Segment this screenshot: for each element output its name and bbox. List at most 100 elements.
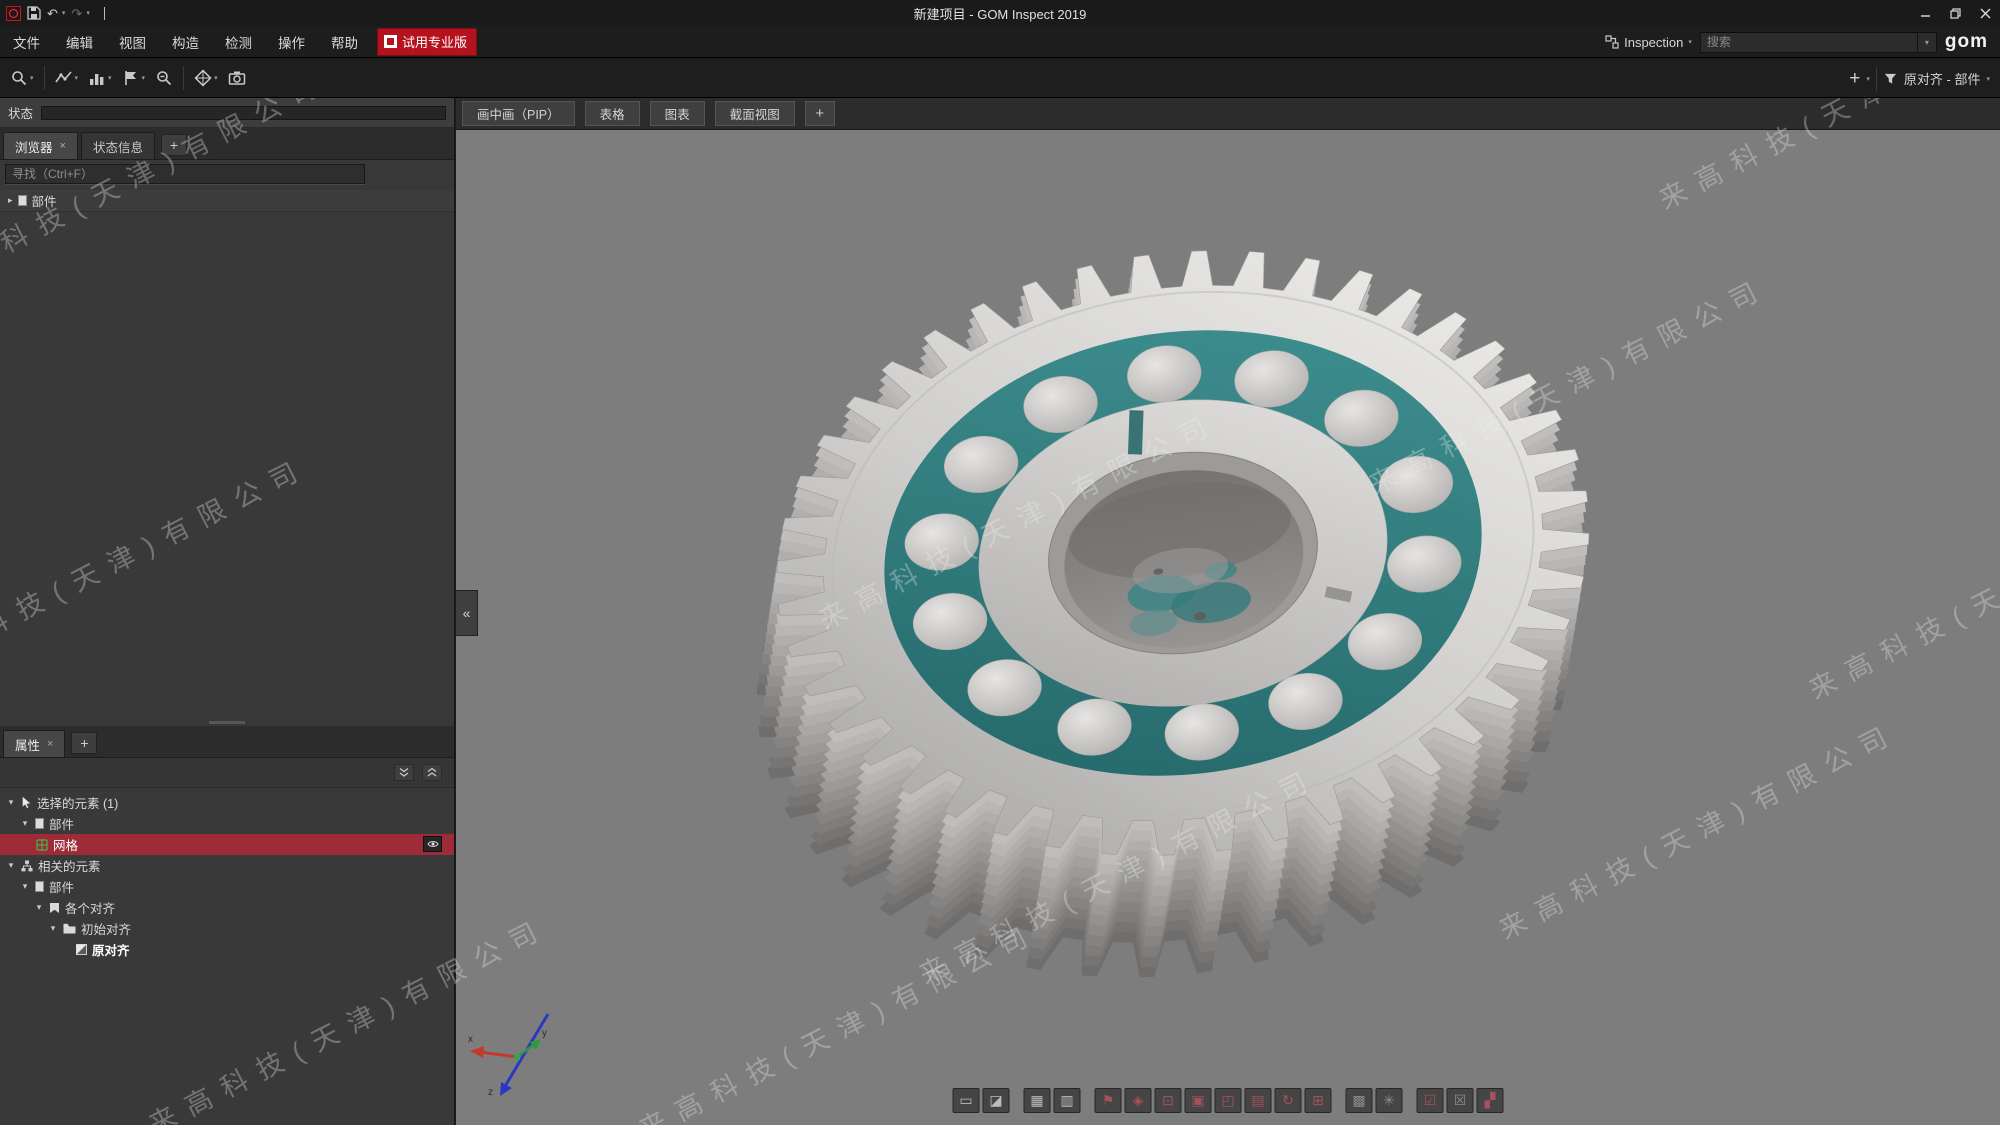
caret-open-icon[interactable]: ▾ <box>6 797 16 808</box>
restore-button[interactable] <box>1940 0 1970 26</box>
properties-toolrow <box>0 758 454 788</box>
view-cube-button[interactable]: ▾ <box>190 66 222 90</box>
histogram-button[interactable]: ▾ <box>84 66 116 90</box>
tab-status-info[interactable]: 状态信息 <box>81 132 155 159</box>
tree-find-input[interactable] <box>5 164 365 184</box>
zoom-button[interactable] <box>151 66 177 90</box>
expand-all-icon[interactable] <box>422 764 442 781</box>
add-view-tab-button[interactable]: + <box>805 101 835 126</box>
corner-resize-icon[interactable]: ◰ <box>1215 1088 1242 1113</box>
close-button[interactable] <box>1970 0 2000 26</box>
caret-open-icon[interactable]: ▾ <box>48 923 58 934</box>
active-alignment-label[interactable]: 原对齐 - 部件 <box>1904 69 1981 88</box>
splitter-grip[interactable] <box>209 721 245 724</box>
tree-row-related-elements[interactable]: ▾ 相关的元素 <box>0 855 454 876</box>
workspace-dropdown-icon[interactable]: ▾ <box>1688 38 1692 46</box>
alignment-dropdown-icon[interactable]: ▾ <box>1986 75 1990 83</box>
axis-z-label: z <box>488 1087 493 1098</box>
add-element-dropdown-icon[interactable]: ▾ <box>1866 75 1870 83</box>
diagonal-view-icon[interactable]: ◪ <box>983 1088 1010 1113</box>
tab-browser-close-icon[interactable]: × <box>60 140 66 152</box>
tree-row-part[interactable]: ▾ 部件 <box>0 876 454 897</box>
caret-closed-icon[interactable]: ▸ <box>8 195 13 206</box>
tab-properties-close-icon[interactable]: × <box>47 738 53 750</box>
caret-open-icon[interactable]: ▾ <box>20 881 30 892</box>
part-icon <box>35 881 44 892</box>
section-curve-dropdown-icon[interactable]: ▾ <box>75 74 79 82</box>
caret-open-icon[interactable]: ▾ <box>34 902 44 913</box>
zoom-fit-button[interactable]: ▾ <box>6 66 38 90</box>
view-cube-dropdown-icon[interactable]: ▾ <box>214 74 218 82</box>
snapshot-camera-button[interactable] <box>224 66 250 90</box>
app-icon[interactable] <box>6 6 21 21</box>
viewport-3d[interactable]: 画中画（PIP） 表格 图表 截面视图 + <box>456 98 2000 1125</box>
gear-3d-model[interactable] <box>456 98 2000 1125</box>
collapse-all-icon[interactable] <box>394 764 414 781</box>
compare-views-icon[interactable]: ▞ <box>1477 1088 1504 1113</box>
flag-label-icon[interactable]: ⚑ <box>1095 1088 1122 1113</box>
main-toolbar: ▾ ▾ ▾ ▾ ▾ <box>0 59 2000 98</box>
mini-table-icon[interactable]: ▦ <box>1024 1088 1051 1113</box>
tab-chart[interactable]: 图表 <box>650 101 705 126</box>
frame-select-icon[interactable]: ▣ <box>1185 1088 1212 1113</box>
trial-pro-button[interactable]: 试用专业版 <box>377 28 477 56</box>
panel-splitter[interactable] <box>0 718 454 726</box>
menu-edit[interactable]: 编辑 <box>53 27 106 57</box>
label-flag-dropdown-icon[interactable]: ▾ <box>142 74 146 82</box>
menu-help[interactable]: 帮助 <box>318 27 371 57</box>
search-dropdown-icon[interactable]: ▾ <box>1918 32 1937 53</box>
menu-inspect[interactable]: 检测 <box>212 27 265 57</box>
tree-row-mesh[interactable]: 网格 <box>0 834 454 855</box>
checkbox-on-icon[interactable]: ☑ <box>1417 1088 1444 1113</box>
add-tab-button[interactable]: + <box>161 134 187 156</box>
workspace-selector[interactable]: Inspection ▾ <box>1605 35 1692 50</box>
minimize-button[interactable] <box>1910 0 1940 26</box>
tab-browser-label: 浏览器 <box>15 137 53 156</box>
screen-capture-icon[interactable]: ⊡ <box>1155 1088 1182 1113</box>
tab-browser[interactable]: 浏览器 × <box>3 132 78 159</box>
split-columns-icon[interactable]: ▥ <box>1054 1088 1081 1113</box>
caret-open-icon[interactable]: ▾ <box>20 818 30 829</box>
section-curve-button[interactable]: ▾ <box>51 66 83 90</box>
redo-dropdown-icon[interactable]: ▾ <box>86 9 90 17</box>
tab-properties[interactable]: 属性 × <box>3 730 65 757</box>
tree-row-original-alignment[interactable]: 原对齐 <box>0 939 454 960</box>
global-search-input[interactable] <box>1700 32 1918 53</box>
pip-toggle-icon[interactable]: ▭ <box>953 1088 980 1113</box>
add-properties-tab-button[interactable]: + <box>71 732 97 754</box>
caret-open-icon[interactable]: ▾ <box>6 860 16 871</box>
tab-table[interactable]: 表格 <box>585 101 640 126</box>
undo-icon[interactable]: ↶ <box>47 6 58 21</box>
undo-dropdown-icon[interactable]: ▾ <box>62 9 66 17</box>
tree-row-selected-elements[interactable]: ▾ 选择的元素 (1) <box>0 792 454 813</box>
menu-construct[interactable]: 构造 <box>159 27 212 57</box>
tab-section-view[interactable]: 截面视图 <box>715 101 795 126</box>
redo-icon[interactable]: ↷ <box>71 6 82 21</box>
link-views-icon[interactable]: ⊞ <box>1305 1088 1332 1113</box>
report-page-icon[interactable]: ▤ <box>1245 1088 1272 1113</box>
tree-row-initial-alignment[interactable]: ▾ 初始对齐 <box>0 918 454 939</box>
add-element-button[interactable]: + <box>1849 69 1860 88</box>
save-icon[interactable] <box>27 6 41 20</box>
burst-icon[interactable]: ✳ <box>1376 1088 1403 1113</box>
label-flag-button[interactable]: ▾ <box>118 66 150 90</box>
menu-view[interactable]: 视图 <box>106 27 159 57</box>
panel-collapse-button[interactable]: « <box>456 590 478 636</box>
dense-grid-icon[interactable]: ▩ <box>1346 1088 1373 1113</box>
refresh-view-icon[interactable]: ↻ <box>1275 1088 1302 1113</box>
tab-pip[interactable]: 画中画（PIP） <box>462 101 575 126</box>
tree-row-alignments[interactable]: ▾ 各个对齐 <box>0 897 454 918</box>
menu-file[interactable]: 文件 <box>0 27 53 57</box>
menu-operations[interactable]: 操作 <box>265 27 318 57</box>
browser-root-row[interactable]: ▸ 部件 <box>0 190 454 212</box>
visibility-toggle[interactable] <box>423 836 442 852</box>
axis-x-label: x <box>468 1034 473 1045</box>
folder-icon <box>63 923 76 934</box>
browser-tree-area[interactable] <box>0 212 454 718</box>
checkbox-off-icon[interactable]: ☒ <box>1447 1088 1474 1113</box>
tag-label-icon[interactable]: ◈ <box>1125 1088 1152 1113</box>
histogram-dropdown-icon[interactable]: ▾ <box>108 74 112 82</box>
filter-icon[interactable] <box>1883 71 1898 86</box>
zoom-fit-dropdown-icon[interactable]: ▾ <box>30 74 34 82</box>
tree-row-part[interactable]: ▾ 部件 <box>0 813 454 834</box>
